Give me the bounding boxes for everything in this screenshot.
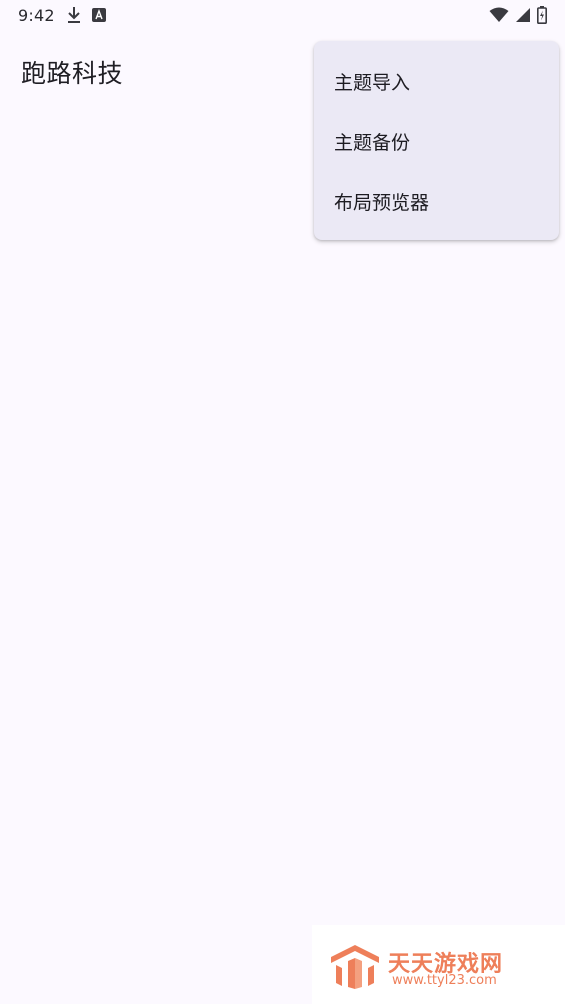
menu-item-label: 主题导入	[334, 71, 411, 94]
menu-item-label: 主题备份	[334, 131, 411, 154]
status-bar: 9:42	[0, 0, 565, 32]
menu-item-theme-backup[interactable]: 主题备份	[314, 111, 559, 171]
cell-signal-icon	[516, 8, 530, 22]
page-title: 跑路科技	[21, 59, 124, 88]
watermark-logo-icon	[331, 945, 379, 989]
battery-charging-icon	[537, 6, 547, 24]
status-notification-icons	[66, 6, 106, 24]
menu-item-label: 布局预览器	[334, 191, 430, 214]
overflow-menu: 主题导入 主题备份 布局预览器	[314, 41, 559, 240]
watermark: 天天游戏网 www.ttyl23.com	[312, 925, 565, 1004]
status-system-icons	[489, 6, 547, 24]
a-badge-icon	[92, 8, 106, 22]
menu-item-theme-import[interactable]: 主题导入	[314, 51, 559, 111]
watermark-url: www.ttyl23.com	[392, 973, 497, 988]
wifi-icon	[489, 7, 509, 22]
download-icon	[68, 7, 80, 23]
menu-item-layout-previewer[interactable]: 布局预览器	[314, 171, 559, 231]
status-time: 9:42	[18, 6, 55, 25]
